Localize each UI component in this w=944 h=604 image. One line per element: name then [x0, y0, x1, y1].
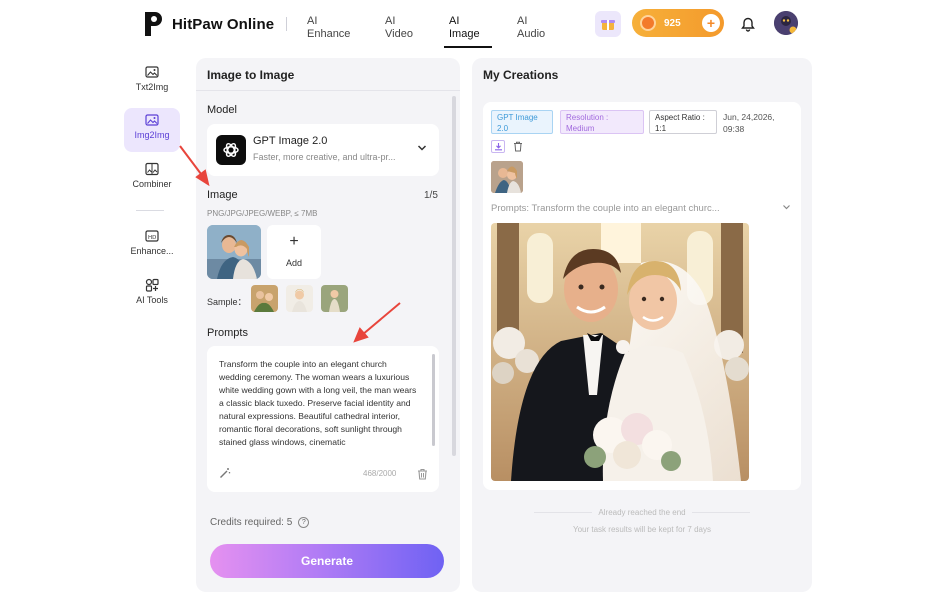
- prompts-label: Prompts: [207, 327, 248, 339]
- nav-label-line1: AI: [517, 15, 528, 27]
- bell-icon[interactable]: [735, 11, 761, 37]
- sidebar-item-label: AI Tools: [136, 295, 168, 305]
- plus-icon[interactable]: +: [702, 14, 720, 32]
- app-window: HitPaw Online AI Enhance AI Video AI Ima…: [0, 0, 944, 604]
- model-select[interactable]: GPT Image 2.0 Faster, more creative, and…: [207, 124, 439, 176]
- credits-pill[interactable]: 925 +: [632, 9, 724, 37]
- panel-scrollbar[interactable]: [452, 96, 456, 456]
- sample-label: Sample：: [207, 297, 247, 307]
- sidebar-item-label: Enhance...: [130, 246, 174, 256]
- image-format-hint: PNG/JPG/JPEG/WEBP, ≤ 7MB: [207, 209, 318, 218]
- sidebar-divider: [136, 210, 164, 211]
- sidebar-item-img2img[interactable]: Img2Img: [124, 108, 180, 152]
- chevron-down-icon[interactable]: [782, 203, 791, 211]
- prompt-scrollbar[interactable]: [432, 354, 435, 446]
- nav-separator: [286, 17, 287, 31]
- panel-title: My Creations: [483, 68, 559, 82]
- nav-label-line1: AI: [449, 15, 460, 27]
- my-creations-panel: My Creations GPT Image 2.0 Resolution : …: [472, 58, 812, 592]
- magic-wand-icon[interactable]: [219, 467, 231, 479]
- model-name: GPT Image 2.0: [253, 135, 328, 147]
- gift-icon[interactable]: [595, 11, 621, 37]
- nav-ai-video[interactable]: AI Video: [385, 15, 413, 41]
- top-bar: HitPaw Online AI Enhance AI Video AI Ima…: [0, 0, 944, 52]
- generate-button[interactable]: Generate: [210, 544, 444, 578]
- char-count: 468/2000: [363, 469, 397, 478]
- credits-required-text: Credits required: 5: [210, 517, 293, 528]
- creation-card: GPT Image 2.0 Resolution : Medium Aspect…: [483, 102, 801, 490]
- add-image-button[interactable]: + Add: [267, 225, 321, 279]
- sidebar-item-ai-tools[interactable]: AI Tools: [124, 273, 180, 317]
- creation-date: Jun, 24,2026, 09:38: [723, 111, 775, 135]
- model-tag: GPT Image 2.0: [491, 110, 553, 134]
- nav-label-line2: Video: [385, 28, 413, 40]
- sample-image[interactable]: [251, 285, 278, 312]
- openai-logo-icon: [216, 135, 246, 165]
- enhance-icon: HD: [145, 230, 159, 242]
- svg-text:HD: HD: [148, 235, 156, 241]
- source-image-thumbnail[interactable]: [491, 161, 523, 193]
- image-count: 1/5: [424, 190, 438, 201]
- image-swap-icon: [145, 114, 159, 126]
- download-icon[interactable]: [491, 140, 505, 153]
- credits-count: 925: [664, 17, 681, 29]
- trash-icon[interactable]: [417, 468, 428, 480]
- nav-label-line1: AI: [307, 15, 318, 27]
- help-icon[interactable]: ?: [298, 517, 310, 528]
- nav-ai-enhance[interactable]: AI Enhance: [307, 15, 350, 41]
- trash-icon[interactable]: [513, 141, 523, 152]
- image-to-image-panel: Image to Image Model GPT Image 2.0 Faste…: [196, 58, 460, 592]
- date-line1: Jun, 24,2026,: [723, 112, 775, 122]
- add-label: Add: [285, 258, 302, 268]
- nav-label-line1: AI: [385, 15, 396, 27]
- divider: [534, 512, 593, 513]
- credits-required: Credits required: 5 ?: [210, 517, 310, 528]
- nav-label-line2: Image: [449, 28, 480, 40]
- sidebar-item-txt2img[interactable]: Txt2Img: [124, 60, 180, 104]
- prompt-textarea[interactable]: Transform the couple into an elegant chu…: [207, 346, 439, 492]
- divider: [691, 512, 751, 513]
- nav-ai-audio[interactable]: AI Audio: [517, 15, 545, 41]
- hitpaw-logo-icon: [142, 10, 166, 38]
- model-label: Model: [207, 104, 237, 116]
- end-of-list: Already reached the end: [534, 508, 751, 517]
- image-label: Image: [207, 189, 238, 201]
- sidebar-item-label: Combiner: [132, 179, 172, 189]
- sample-image[interactable]: [321, 285, 348, 312]
- model-description: Faster, more creative, and ultra-pr...: [253, 152, 396, 162]
- panel-title: Image to Image: [207, 68, 295, 82]
- plus-icon: +: [289, 233, 299, 250]
- nav-ai-image[interactable]: AI Image: [449, 15, 480, 41]
- combine-icon: [145, 162, 159, 176]
- sidebar-item-enhance[interactable]: HD Enhance...: [124, 224, 180, 268]
- sample-image[interactable]: [286, 285, 313, 312]
- tools-icon: [145, 278, 159, 292]
- sidebar-item-label: Txt2Img: [135, 82, 169, 92]
- app-name: HitPaw Online: [172, 15, 275, 33]
- uploaded-image-thumbnail[interactable]: [207, 225, 261, 279]
- resolution-tag: Resolution : Medium: [560, 110, 644, 134]
- sidebar-item-combiner[interactable]: Combiner: [124, 157, 180, 201]
- coin-icon: [640, 15, 656, 31]
- nav-active-indicator: [444, 46, 492, 48]
- panel-divider: [196, 90, 460, 91]
- prompt-text[interactable]: Transform the couple into an elegant chu…: [219, 358, 419, 462]
- generated-wedding-image[interactable]: [491, 223, 749, 481]
- nav-label-line2: Audio: [517, 28, 546, 40]
- end-text: Already reached the end: [598, 508, 686, 517]
- chevron-down-icon: [417, 145, 427, 151]
- image-icon: [145, 66, 159, 78]
- prompt-summary[interactable]: Prompts: Transform the couple into an el…: [491, 203, 781, 214]
- nav-label-line2: Enhance: [307, 28, 351, 40]
- avatar[interactable]: [774, 11, 798, 35]
- sidebar-item-label: Img2Img: [134, 130, 170, 140]
- retention-note: Your task results will be kept for 7 day…: [573, 525, 711, 534]
- date-line2: 09:38: [723, 124, 745, 134]
- logo[interactable]: HitPaw Online: [142, 10, 274, 38]
- aspect-ratio-tag: Aspect Ratio : 1:1: [649, 110, 717, 134]
